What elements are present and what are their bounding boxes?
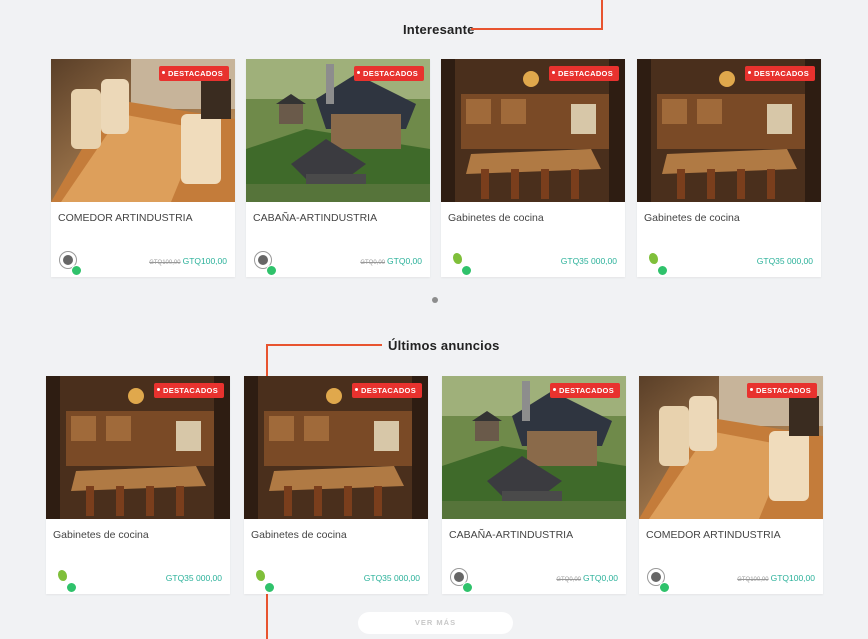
featured-badge: DESTACADOS [745, 66, 815, 81]
listing-image-cabin[interactable]: DESTACADOS [442, 376, 626, 519]
featured-badge: DESTACADOS [159, 66, 229, 81]
listing-card[interactable]: DESTACADOS CABAÑA-ARTINDUSTRIA GTQ0,00 GT… [442, 376, 626, 594]
featured-badge: DESTACADOS [354, 66, 424, 81]
listing-title[interactable]: Gabinetes de cocina [448, 212, 544, 224]
listing-title[interactable]: Gabinetes de cocina [53, 529, 149, 541]
section-title-interesante: Interesante [403, 22, 475, 37]
old-price: GTQ0,00 [556, 577, 582, 583]
online-status-icon [266, 265, 277, 276]
price-value: GTQ35 000,00 [756, 256, 813, 266]
listing-title[interactable]: Gabinetes de cocina [644, 212, 740, 224]
listing-price: GTQ0,00 GTQ0,00 [360, 256, 422, 266]
price-value: GTQ35 000,00 [165, 573, 222, 583]
featured-badge: DESTACADOS [747, 383, 817, 398]
listing-title[interactable]: COMEDOR ARTINDUSTRIA [646, 529, 781, 541]
online-status-icon [657, 265, 668, 276]
listing-card[interactable]: DESTACADOS Gabinetes de cocina GTQ35 000… [441, 59, 625, 277]
listing-image-dining[interactable]: DESTACADOS [51, 59, 235, 202]
listing-card[interactable]: DESTACADOS COMEDOR ARTINDUSTRIA GTQ100,0… [639, 376, 823, 594]
featured-badge: DESTACADOS [549, 66, 619, 81]
featured-badge: DESTACADOS [550, 383, 620, 398]
listing-card[interactable]: DESTACADOS Gabinetes de cocina GTQ35 000… [244, 376, 428, 594]
online-status-icon [71, 265, 82, 276]
listing-image-kitchen[interactable]: DESTACADOS [441, 59, 625, 202]
listing-image-kitchen[interactable]: DESTACADOS [637, 59, 821, 202]
listing-card[interactable]: DESTACADOS CABAÑA-ARTINDUSTRIA GTQ0,00 GT… [246, 59, 430, 277]
listing-title[interactable]: COMEDOR ARTINDUSTRIA [58, 212, 193, 224]
carousel-dot[interactable] [432, 297, 438, 303]
annotation-line [471, 28, 603, 30]
online-status-icon [659, 582, 670, 593]
listing-price: GTQ100,00 GTQ100,00 [149, 256, 227, 266]
listing-card[interactable]: DESTACADOS Gabinetes de cocina GTQ35 000… [46, 376, 230, 594]
annotation-line [266, 344, 382, 346]
listing-price: GTQ0,00 GTQ0,00 [556, 573, 618, 583]
ver-mas-button[interactable]: VER MÁS [358, 612, 513, 634]
price-value: GTQ0,00 [583, 573, 618, 583]
old-price: GTQ0,00 [360, 260, 386, 266]
price-value: GTQ0,00 [387, 256, 422, 266]
price-value: GTQ35 000,00 [363, 573, 420, 583]
listing-price: GTQ35 000,00 [166, 573, 222, 583]
old-price: GTQ100,00 [737, 577, 769, 583]
featured-badge: DESTACADOS [154, 383, 224, 398]
online-status-icon [264, 582, 275, 593]
price-value: GTQ100,00 [182, 256, 227, 266]
listing-title[interactable]: CABAÑA-ARTINDUSTRIA [253, 212, 377, 224]
listing-price: GTQ100,00 GTQ100,00 [737, 573, 815, 583]
online-status-icon [461, 265, 472, 276]
listing-image-kitchen[interactable]: DESTACADOS [244, 376, 428, 519]
listing-card[interactable]: DESTACADOS COMEDOR ARTINDUSTRIA GTQ100,0… [51, 59, 235, 277]
price-value: GTQ100,00 [770, 573, 815, 583]
annotation-line [601, 0, 603, 30]
listing-card[interactable]: DESTACADOS Gabinetes de cocina GTQ35 000… [637, 59, 821, 277]
old-price: GTQ100,00 [149, 260, 181, 266]
listing-image-dining[interactable]: DESTACADOS [639, 376, 823, 519]
featured-badge: DESTACADOS [352, 383, 422, 398]
listing-title[interactable]: CABAÑA-ARTINDUSTRIA [449, 529, 573, 541]
listing-price: GTQ35 000,00 [364, 573, 420, 583]
listing-price: GTQ35 000,00 [757, 256, 813, 266]
online-status-icon [66, 582, 77, 593]
listing-image-kitchen[interactable]: DESTACADOS [46, 376, 230, 519]
price-value: GTQ35 000,00 [560, 256, 617, 266]
listing-price: GTQ35 000,00 [561, 256, 617, 266]
online-status-icon [462, 582, 473, 593]
listing-image-cabin[interactable]: DESTACADOS [246, 59, 430, 202]
listing-title[interactable]: Gabinetes de cocina [251, 529, 347, 541]
section-title-ultimos-anuncios: Últimos anuncios [388, 338, 500, 353]
